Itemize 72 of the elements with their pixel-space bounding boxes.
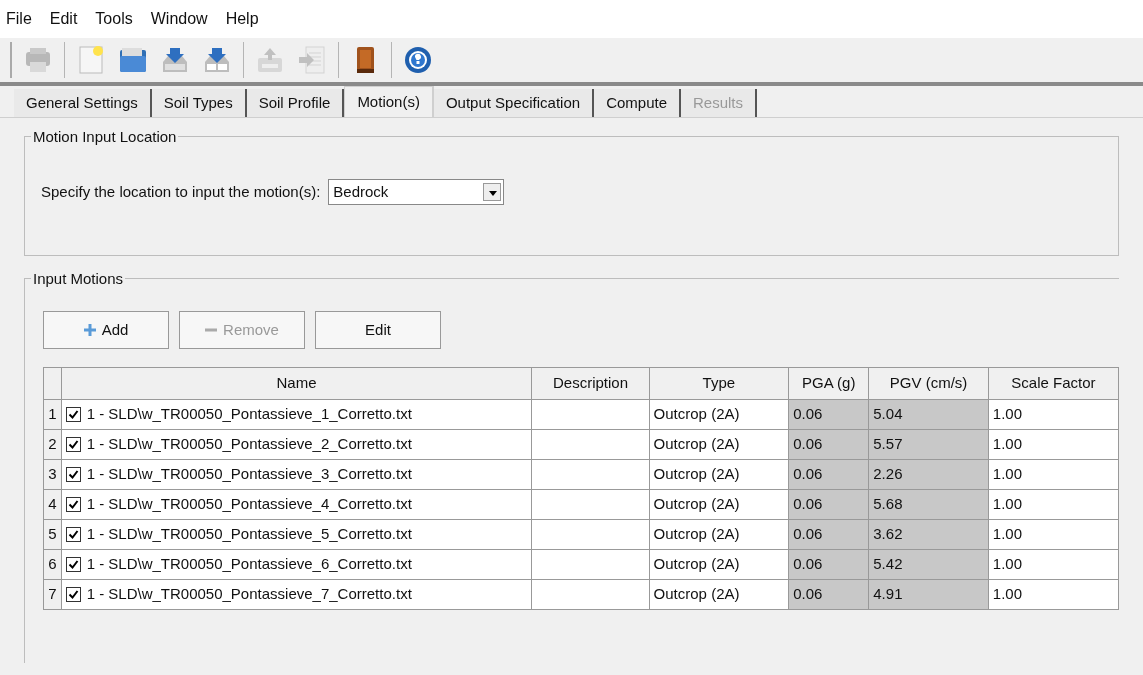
plus-icon [83,324,96,336]
table-cell: Outcrop (2A) [649,489,789,520]
menu-item[interactable]: File [4,7,34,31]
column-header[interactable]: Type [649,367,789,400]
table-cell: 4.91 [868,579,989,610]
row-number: 5 [43,519,62,550]
table-cell: 5.04 [868,399,989,430]
table-cell-text: 1 - SLD\w_TR00050_Pontassieve_7_Corretto.txt [86,584,412,605]
row-number: 6 [43,549,62,580]
tab[interactable]: Motion(s) [344,86,434,117]
table-cell: 1.00 [988,519,1119,550]
menu-item[interactable]: Window [148,7,210,31]
table-cell: 5.57 [868,429,989,460]
tab[interactable]: Output Specification [433,89,595,117]
toolbar-button[interactable]: Add [43,311,169,349]
table-cell-text: 1 - SLD\w_TR00050_Pontassieve_3_Corretto.txt [86,464,412,485]
column-header[interactable]: Scale Factor [988,367,1119,400]
table-cell-text: 1 - SLD\w_TR00050_Pontassieve_6_Corretto.txt [86,554,412,575]
menu-item[interactable]: Edit [47,7,80,31]
row-number: 3 [43,459,62,490]
checkbox[interactable] [65,527,81,542]
tab[interactable]: General Settings [14,89,152,117]
table-cell: 0.06 [788,519,869,550]
table-cell: 5.68 [868,489,989,520]
column-header[interactable]: PGA (g) [788,367,869,400]
column-header[interactable]: Name [61,367,532,400]
row-number: 4 [43,489,62,520]
table-cell: Outcrop (2A) [649,579,789,610]
tab[interactable]: Compute [594,89,681,117]
row-number: 2 [43,429,62,460]
table-cell: 1.00 [988,429,1119,460]
table-cell: Outcrop (2A) [649,399,789,430]
menu-item[interactable]: Tools [93,7,135,31]
table-cell: Outcrop (2A) [649,429,789,460]
table-cell: 0.06 [788,489,869,520]
column-header[interactable]: Description [531,367,650,400]
field-label: Specify the location to input the motion(s): [41,181,321,202]
tab[interactable]: Soil Types [151,89,247,117]
table-cell: 5.42 [868,549,989,580]
table-cell-text: 1 - SLD\w_TR00050_Pontassieve_1_Corretto.txt [86,404,412,425]
toolbar-button[interactable]: Edit [315,311,441,349]
table-cell-text: 1 - SLD\w_TR00050_Pontassieve_2_Corretto.txt [86,434,412,455]
checkbox[interactable] [65,467,81,482]
checkbox[interactable] [65,407,81,422]
table-cell-text: 1 - SLD\w_TR00050_Pontassieve_5_Corretto.txt [86,524,412,545]
help-icon[interactable] [402,44,434,76]
table-cell: 1.00 [988,399,1119,430]
table-cell: 0.06 [788,399,869,430]
tab[interactable]: Soil Profile [246,89,345,117]
row-number: 7 [43,579,62,610]
table-cell: Outcrop (2A) [649,519,789,550]
row-number: 1 [43,399,62,430]
table-cell: 0.06 [788,429,869,460]
table-cell: Outcrop (2A) [649,549,789,580]
table-cell: 1.00 [988,579,1119,610]
table-cell: 0.06 [788,579,869,610]
menu-item[interactable]: Help [223,7,261,31]
table-cell: 3.62 [868,519,989,550]
checkbox[interactable] [65,437,81,452]
table-cell: 0.06 [788,459,869,490]
table-cell: 2.26 [868,459,989,490]
checkbox[interactable] [65,587,81,602]
table-cell: 0.06 [788,549,869,580]
location-dropdown[interactable]: Bedrock [328,179,505,205]
checkbox[interactable] [65,557,81,572]
table-cell-text: 1 - SLD\w_TR00050_Pontassieve_4_Corretto.txt [86,494,412,515]
table-cell: 1.00 [988,549,1119,580]
table-cell: 1.00 [988,489,1119,520]
column-header[interactable]: PGV (cm/s) [868,367,989,400]
table-cell: Outcrop (2A) [649,459,789,490]
table-cell: 1.00 [988,459,1119,490]
checkbox[interactable] [65,497,81,512]
